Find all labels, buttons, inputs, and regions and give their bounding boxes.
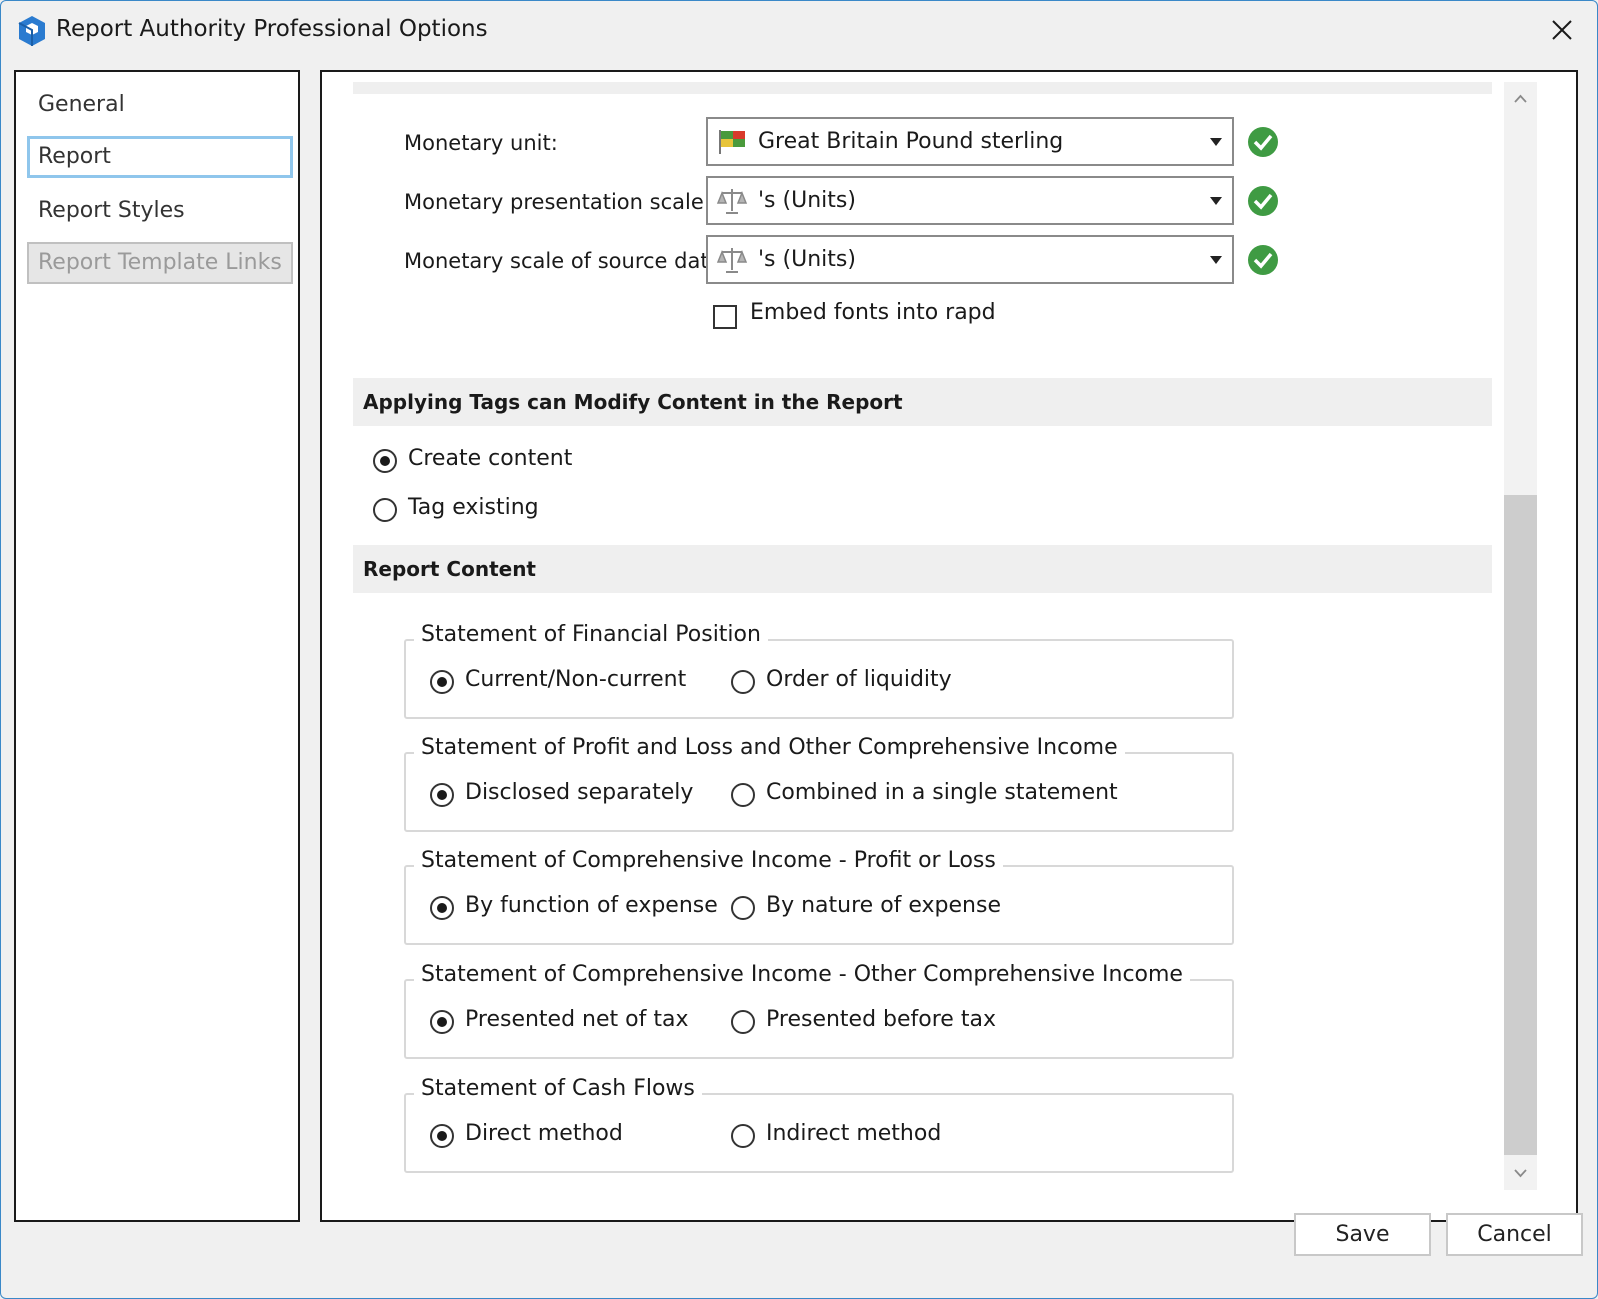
check-circle-icon [1248,127,1278,157]
close-icon[interactable] [1544,12,1580,48]
option-label[interactable]: Indirect method [766,1121,941,1146]
group-title: Statement of Cash Flows [414,1076,702,1101]
scrollbar-thumb[interactable] [1504,495,1537,1155]
app-logo-icon [18,16,45,46]
chevron-up-icon[interactable] [1504,82,1537,116]
option-radio[interactable] [430,896,454,920]
tag-existing-radio[interactable] [373,498,397,522]
scales-icon [716,189,748,214]
embed-fonts-label[interactable]: Embed fonts into rapd [750,300,996,325]
option-label[interactable]: Presented before tax [766,1007,996,1032]
option-radio[interactable] [430,1010,454,1034]
title-bar: Report Authority Professional Options [0,0,1598,62]
option-radio[interactable] [731,896,755,920]
monetary-unit-label: Monetary unit: [404,131,558,155]
nav-item-report-template-links: Report Template Links [27,242,293,284]
monetary-unit-value: Great Britain Pound sterling [758,129,1064,154]
scales-icon [716,248,748,273]
option-label[interactable]: Disclosed separately [465,780,693,805]
option-radio[interactable] [430,783,454,807]
nav-item-report[interactable]: Report [27,136,293,178]
other-comprehensive-income-group: Statement of Comprehensive Income - Othe… [404,962,1234,1059]
window-title: Report Authority Professional Options [56,16,488,42]
tags-section-header: Applying Tags can Modify Content in the … [353,378,1492,426]
option-radio[interactable] [731,1010,755,1034]
chevron-down-icon [1210,197,1222,205]
report-settings-panel: Monetary unit: Great Britain Pound sterl… [320,70,1578,1222]
source-scale-dropdown[interactable]: 's (Units) [706,235,1234,284]
option-label[interactable]: By nature of expense [766,893,1001,918]
chevron-down-icon[interactable] [1504,1156,1537,1190]
chevron-down-icon [1210,138,1222,146]
option-label[interactable]: Presented net of tax [465,1007,688,1032]
presentation-scale-dropdown[interactable]: 's (Units) [706,176,1234,225]
check-circle-icon [1248,186,1278,216]
group-title: Statement of Comprehensive Income - Prof… [414,848,1003,873]
create-content-label[interactable]: Create content [408,446,572,471]
presentation-scale-label: Monetary presentation scale: [404,190,711,214]
save-button[interactable]: Save [1294,1213,1431,1256]
presentation-scale-value: 's (Units) [758,188,856,213]
nav-item-general[interactable]: General [27,85,293,127]
embed-fonts-checkbox[interactable] [713,305,737,329]
option-label[interactable]: Order of liquidity [766,667,952,692]
monetary-unit-dropdown[interactable]: Great Britain Pound sterling [706,117,1234,166]
chevron-down-icon [1210,256,1222,264]
option-label[interactable]: By function of expense [465,893,718,918]
cash-flows-group: Statement of Cash Flows Direct method In… [404,1076,1234,1173]
group-title: Statement of Financial Position [414,622,768,647]
financial-position-group: Statement of Financial Position Current/… [404,622,1234,719]
source-scale-value: 's (Units) [758,247,856,272]
option-label[interactable]: Combined in a single statement [766,780,1118,805]
nav-item-report-styles[interactable]: Report Styles [27,191,293,233]
report-content-header: Report Content [353,545,1492,593]
option-radio[interactable] [731,783,755,807]
option-radio[interactable] [731,670,755,694]
option-radio[interactable] [731,1124,755,1148]
option-label[interactable]: Current/Non-current [465,667,686,692]
cancel-button[interactable]: Cancel [1446,1213,1583,1256]
group-title: Statement of Profit and Loss and Other C… [414,735,1125,760]
tag-existing-label[interactable]: Tag existing [408,495,539,520]
group-title: Statement of Comprehensive Income - Othe… [414,962,1190,987]
option-radio[interactable] [430,1124,454,1148]
create-content-radio[interactable] [373,449,397,473]
vertical-scrollbar[interactable] [1504,82,1537,1190]
profit-loss-oci-group: Statement of Profit and Loss and Other C… [404,735,1234,832]
check-circle-icon [1248,245,1278,275]
flag-icon [719,130,745,154]
option-label[interactable]: Direct method [465,1121,623,1146]
options-nav: General Report Report Styles Report Temp… [14,70,300,1222]
option-radio[interactable] [430,670,454,694]
source-scale-label: Monetary scale of source data: [404,249,729,273]
profit-or-loss-group: Statement of Comprehensive Income - Prof… [404,848,1234,945]
section-strip [353,82,1492,94]
